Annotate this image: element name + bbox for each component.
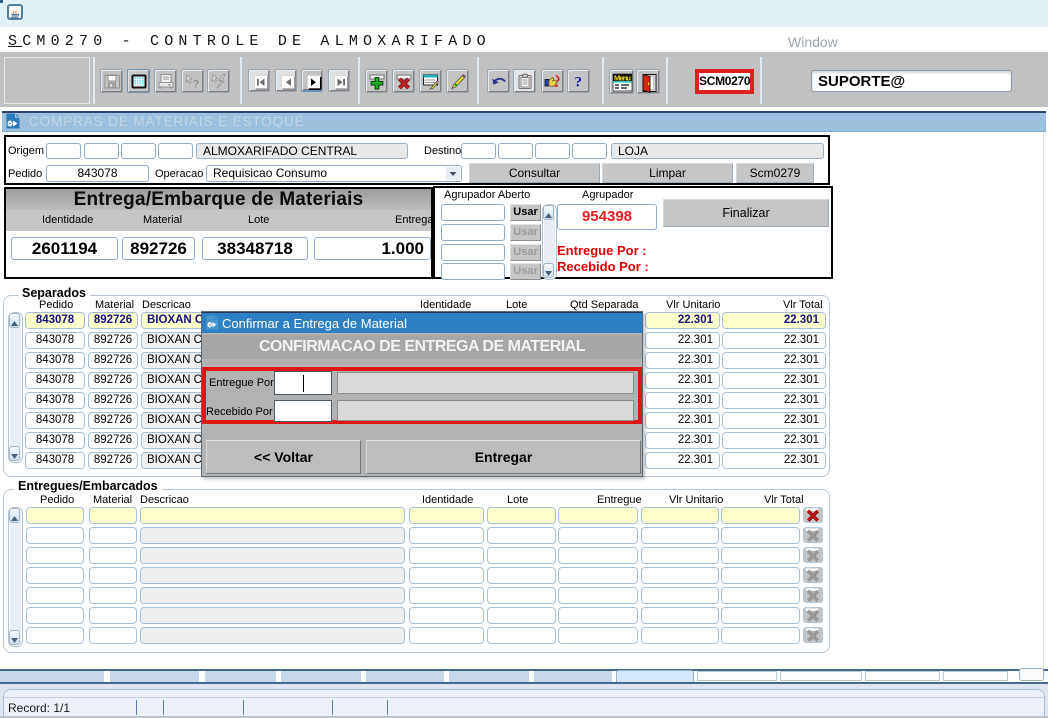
svg-text:?: ? [575,75,583,91]
svg-text:?: ? [193,79,200,91]
